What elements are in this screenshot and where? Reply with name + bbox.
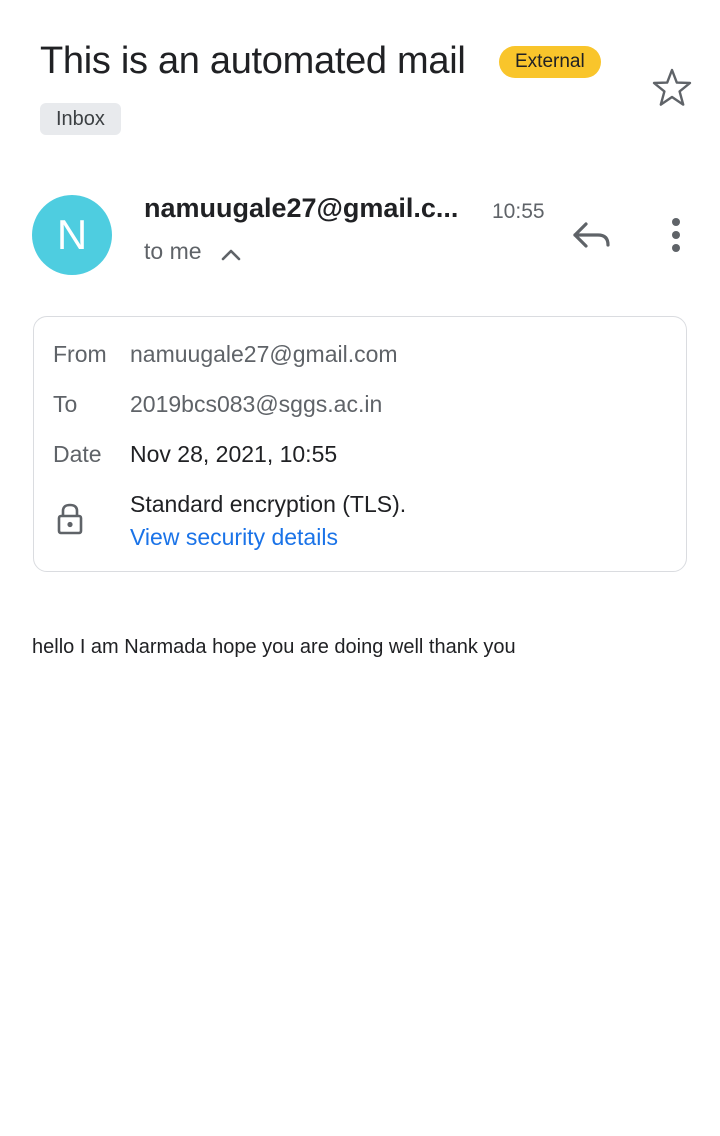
from-label: From	[53, 341, 107, 367]
message-details-panel: From namuugale27@gmail.com To 2019bcs083…	[33, 316, 687, 572]
to-label: To	[53, 391, 78, 417]
email-subject: This is an automated mail	[40, 40, 466, 82]
recipient-summary[interactable]: to me	[144, 238, 202, 265]
star-icon[interactable]	[650, 66, 694, 110]
reply-icon[interactable]	[570, 214, 614, 258]
sender-name[interactable]: namuugale27@gmail.c...	[144, 193, 458, 224]
external-badge: External	[499, 46, 601, 78]
to-value[interactable]: 2019bcs083@sggs.ac.in	[130, 391, 382, 418]
email-time: 10:55	[492, 200, 545, 223]
date-label: Date	[53, 441, 102, 467]
encryption-status: Standard encryption (TLS).	[130, 491, 407, 517]
email-body: hello I am Narmada hope you are doing we…	[32, 636, 516, 658]
chevron-up-icon[interactable]	[219, 244, 243, 264]
sender-avatar[interactable]: N	[32, 195, 112, 275]
date-value: Nov 28, 2021, 10:55	[130, 441, 338, 467]
inbox-label-chip[interactable]: Inbox	[40, 103, 121, 135]
lock-icon	[54, 501, 86, 537]
from-value[interactable]: namuugale27@gmail.com	[130, 341, 398, 368]
more-vert-icon[interactable]	[656, 214, 696, 258]
view-security-details-link[interactable]: View security details	[130, 524, 338, 551]
